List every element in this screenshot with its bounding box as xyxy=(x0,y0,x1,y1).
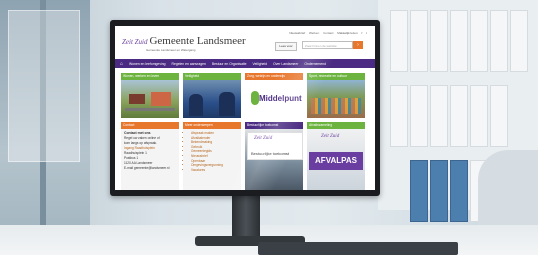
binder xyxy=(390,85,408,147)
nav-item[interactable]: Regelen en aanvragen xyxy=(172,62,206,66)
block-title: Meer onderwerpen xyxy=(183,122,241,129)
bestuurlijke-toekomst-block[interactable]: Bestuurlijke toekomst Zeit Zuid Bestuurl… xyxy=(245,122,303,190)
promo-card: Zeit Zuid Bestuurlijke toekomst xyxy=(247,132,303,160)
logo-mark: Zeit Zuid xyxy=(122,38,148,46)
readspeaker-button[interactable]: Lees voor xyxy=(275,42,297,51)
binder xyxy=(390,10,408,72)
contact-line: Raadhuisplein 1 xyxy=(124,151,147,155)
monitor: Zeit Zuid Gemeente Landsmeer Gemeente Lan… xyxy=(110,20,380,196)
utility-link[interactable]: Makkelijk lezen xyxy=(337,31,357,35)
contact-block: Contact Contact met ons Regel uw zaken o… xyxy=(121,122,179,190)
binder xyxy=(470,10,488,72)
site-name: Gemeente Landsmeer xyxy=(149,35,246,47)
keyboard xyxy=(258,242,458,255)
nav-item[interactable]: Ondernemend xyxy=(304,62,326,66)
afval-logo: Zeit Zuid xyxy=(321,134,340,139)
contact-line: Postbus 1 xyxy=(124,156,139,160)
binder xyxy=(470,85,488,147)
tile-sport[interactable]: Sport, recreatie en cultuur xyxy=(307,73,365,118)
block-title: Bestuurlijke toekomst xyxy=(245,122,303,129)
tile-wonen[interactable]: Wonen, werken en leven xyxy=(121,73,179,118)
binder xyxy=(410,10,428,72)
binder xyxy=(430,10,448,72)
search-input[interactable]: Zoek binnen de website xyxy=(302,41,353,49)
tile-title: Zorg, welzijn en onderwijs xyxy=(245,73,303,80)
middelpunt-logo: Middelpunt xyxy=(245,80,303,118)
nav-item[interactable]: Veiligheid xyxy=(253,62,268,66)
contact-heading: Contact met ons xyxy=(124,131,151,135)
utility-link[interactable]: Contact xyxy=(323,31,333,35)
binder xyxy=(430,160,448,222)
contact-email[interactable]: E-mail gemeente@landsmeer.nl xyxy=(124,166,169,170)
main-nav: ⌂ Wonen en leefomgeving Regelen en aanvr… xyxy=(115,59,375,68)
binder xyxy=(490,85,508,147)
search-button[interactable]: › xyxy=(353,41,363,49)
home-icon[interactable]: ⌂ xyxy=(120,61,123,67)
utility-link[interactable]: Werken xyxy=(309,31,319,35)
topic-list: Afspraak maken Afvalkalender Bekendmakin… xyxy=(183,129,241,172)
binder xyxy=(410,85,428,147)
afvalpas-banner: AFVALPAS xyxy=(309,152,363,170)
afvalinzameling-block[interactable]: Afvalinzameling Zeit Zuid AFVALPAS xyxy=(307,122,365,190)
site-header: Zeit Zuid Gemeente Landsmeer Gemeente Lan… xyxy=(115,26,375,59)
window-pane xyxy=(8,10,80,162)
binder xyxy=(450,85,468,147)
block-title: Afvalinzameling xyxy=(307,122,365,129)
topic-link[interactable]: Vacatures xyxy=(191,168,238,173)
nav-item[interactable]: Wonen en leefomgeving xyxy=(129,62,166,66)
binder xyxy=(490,10,508,72)
website-screen: Zeit Zuid Gemeente Landsmeer Gemeente Lan… xyxy=(115,26,375,190)
facebook-icon[interactable]: f xyxy=(361,31,362,35)
site-logo[interactable]: Zeit Zuid Gemeente Landsmeer xyxy=(122,35,246,47)
contact-line[interactable]: Ingang Raadhuisplein xyxy=(124,146,155,150)
tile-zorg[interactable]: Zorg, welzijn en onderwijs Middelpunt xyxy=(245,73,303,118)
tile-title: Veiligheid xyxy=(183,73,241,80)
tile-veiligheid[interactable]: Veiligheid xyxy=(183,73,241,118)
binder xyxy=(450,160,468,222)
binder xyxy=(510,10,528,72)
meer-onderwerpen-block: Meer onderwerpen Afspraak maken Afvalkal… xyxy=(183,122,241,190)
binder xyxy=(430,85,448,147)
contact-line: Regel uw zaken online of xyxy=(124,136,160,140)
tile-title: Wonen, werken en leven xyxy=(121,73,179,80)
street-photo xyxy=(121,80,179,118)
police-photo xyxy=(183,80,241,118)
contact-line: 1120 AA Landsmeer xyxy=(124,161,153,165)
site-tagline: Gemeente Landsmeer en Watergang xyxy=(146,48,196,52)
brand-label: Middelpunt xyxy=(259,94,302,103)
contact-line: kom langs op afspraak. xyxy=(124,141,157,145)
binder xyxy=(410,160,428,222)
crowd-photo xyxy=(307,80,365,118)
promo-caption: Bestuurlijke toekomst xyxy=(251,151,290,156)
tile-title: Sport, recreatie en cultuur xyxy=(307,73,365,80)
twitter-icon[interactable]: t xyxy=(366,31,367,35)
block-title: Contact xyxy=(121,122,179,129)
nav-item[interactable]: Bestuur en Organisatie xyxy=(212,62,247,66)
office-background: Zeit Zuid Gemeente Landsmeer Gemeente Lan… xyxy=(0,0,538,255)
utility-links: Nieuwsbrief Werken Contact Makkelijk lez… xyxy=(286,31,367,35)
nav-item[interactable]: Over Landsmeer xyxy=(273,62,298,66)
promo-logo: Zeit Zuid xyxy=(254,136,273,141)
utility-link[interactable]: Nieuwsbrief xyxy=(289,31,305,35)
binder xyxy=(450,10,468,72)
